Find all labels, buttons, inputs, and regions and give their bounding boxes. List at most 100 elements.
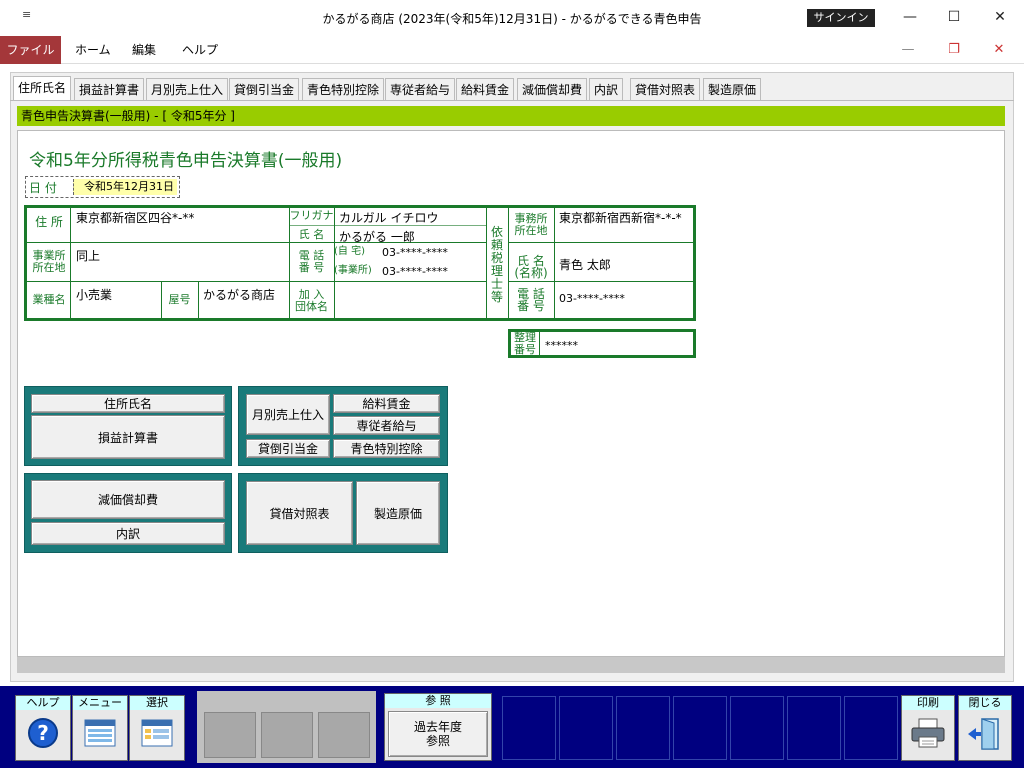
tax-office-label-2: 所在地 <box>514 224 548 237</box>
minimize-button[interactable]: — <box>897 6 923 28</box>
tab-divider <box>10 100 1014 101</box>
date-label: 日 付 <box>29 181 57 195</box>
tab-seizo[interactable]: 製造原価 <box>703 78 762 100</box>
empty-slot <box>261 712 313 758</box>
kyuryo-button[interactable]: 給料賃金 <box>333 394 440 413</box>
monthly-button[interactable]: 月別売上仕入 <box>246 394 330 435</box>
tab-taishaku[interactable]: 貸借対照表 <box>630 78 701 100</box>
address-value[interactable]: 東京都新宿区四谷*-** <box>76 209 194 226</box>
reference-label: 参 照 <box>385 694 491 708</box>
industry-value[interactable]: 小売業 <box>76 286 112 303</box>
jusho-shimei-button[interactable]: 住所氏名 <box>31 394 225 413</box>
close-button[interactable]: ✕ <box>987 6 1013 28</box>
doc-restore-button[interactable]: ❐ <box>943 40 965 60</box>
tab-monthly[interactable]: 月別売上仕入 <box>146 78 229 100</box>
signin-button[interactable]: サインイン <box>807 9 875 27</box>
empty-slot <box>673 696 727 760</box>
grid-line <box>554 208 555 318</box>
date-input[interactable]: 令和5年12月31日 <box>73 179 177 195</box>
form-title: 令和5年分所得税青色申告決算書(一般用) <box>29 151 343 171</box>
shop-name-value[interactable]: かるがる商店 <box>203 286 275 303</box>
grid-line <box>70 208 71 318</box>
help-icon: ? <box>28 718 58 748</box>
empty-slot <box>844 696 898 760</box>
home-phone-value[interactable]: 03-****-**** <box>382 246 448 259</box>
select-list-icon <box>141 719 173 747</box>
tax-office-value[interactable]: 東京都新宿西新宿*-*-* <box>559 209 682 226</box>
seiri-value[interactable]: ****** <box>545 339 578 352</box>
tax-name-label-2: (名称) <box>514 266 548 280</box>
tax-accountant-label: 依頼税理士等 <box>490 225 503 304</box>
ribbon-bar: ファイル ホーム 編集 ヘルプ — ❐ ✕ <box>0 36 1024 64</box>
uchiwake-button[interactable]: 内訳 <box>31 522 225 545</box>
select-label: 選択 <box>130 696 184 710</box>
tab-jusho-shimei[interactable]: 住所氏名 <box>13 76 72 101</box>
grid-line <box>486 208 487 318</box>
empty-slot <box>730 696 784 760</box>
grid-line <box>198 281 199 318</box>
tab-soneki[interactable]: 損益計算書 <box>74 78 145 100</box>
close-form-label: 閉じる <box>959 696 1011 710</box>
office-label-2: 所在地 <box>32 261 66 274</box>
help-label: ヘルプ <box>16 696 70 710</box>
name-label: 氏 名 <box>298 228 325 241</box>
ribbon-tab-home[interactable]: ホーム <box>75 36 111 64</box>
horizontal-scrollbar[interactable] <box>17 657 1005 673</box>
empty-slot <box>787 696 841 760</box>
seizo-button[interactable]: 製造原価 <box>356 481 440 545</box>
phone-label-2: 番 号 <box>298 261 325 274</box>
grid-line <box>508 242 693 243</box>
title-bar: ≡ かるがる商店 (2023年(令和5年)12月31日) - かるがるできる青色… <box>0 0 1024 36</box>
menu-label: メニュー <box>73 696 127 710</box>
biz-phone-value[interactable]: 03-****-**** <box>382 265 448 278</box>
empty-slot <box>502 696 556 760</box>
doc-close-button[interactable]: ✕ <box>988 40 1010 60</box>
maximize-button[interactable]: ☐ <box>941 6 967 28</box>
grid-line <box>27 281 486 282</box>
grid-line <box>27 242 486 243</box>
doc-minimize-button[interactable]: — <box>897 40 919 60</box>
grid-line <box>508 281 693 282</box>
ribbon-tab-file[interactable]: ファイル <box>0 36 61 64</box>
empty-slot <box>204 712 256 758</box>
tax-phone-value[interactable]: 03-****-**** <box>559 292 625 305</box>
grid-line <box>334 208 335 318</box>
furigana-value[interactable]: カルガル イチロウ <box>339 209 438 226</box>
tab-genka[interactable]: 減価償却費 <box>517 78 588 100</box>
printer-icon <box>911 718 945 748</box>
tab-uchiwake[interactable]: 内訳 <box>589 78 624 100</box>
aoiro-button[interactable]: 青色特別控除 <box>333 439 440 458</box>
furigana-label: フリガナ <box>289 209 334 222</box>
tax-phone-label-2: 番 号 <box>517 299 545 313</box>
grid-line <box>539 332 540 355</box>
senju-button[interactable]: 専従者給与 <box>333 416 440 435</box>
tab-senju[interactable]: 専従者給与 <box>385 78 456 100</box>
menu-window-icon <box>84 719 116 747</box>
tab-kashidaore[interactable]: 貸倒引当金 <box>229 78 300 100</box>
genka-button[interactable]: 減価償却費 <box>31 480 225 519</box>
form-header-bar: 青色申告決算書(一般用) - [ 令和5年分 ] <box>17 106 1005 126</box>
kashidaore-button[interactable]: 貸倒引当金 <box>246 439 330 458</box>
empty-slot <box>318 712 370 758</box>
taishaku-button[interactable]: 貸借対照表 <box>246 481 353 545</box>
exit-door-icon <box>968 718 999 750</box>
empty-slot <box>559 696 613 760</box>
print-label: 印刷 <box>902 696 954 710</box>
seiri-label-2: 番号 <box>514 343 536 356</box>
empty-slot <box>616 696 670 760</box>
name-value[interactable]: かるがる 一郎 <box>339 228 415 245</box>
shop-name-label: 屋号 <box>168 293 191 306</box>
tab-kyuryo[interactable]: 給料賃金 <box>456 78 515 100</box>
ribbon-tab-help[interactable]: ヘルプ <box>182 36 218 64</box>
soneki-button[interactable]: 損益計算書 <box>31 415 225 459</box>
address-label: 住 所 <box>35 215 63 229</box>
office-value[interactable]: 同上 <box>76 247 100 264</box>
ribbon-tab-edit[interactable]: 編集 <box>132 36 156 64</box>
svg-text:?: ? <box>37 721 49 745</box>
assoc-label-2: 団体名 <box>295 300 328 313</box>
home-phone-label: (自 宅) <box>334 246 365 257</box>
past-year-reference-button[interactable]: 過去年度参照 <box>388 711 488 757</box>
tab-aoiro[interactable]: 青色特別控除 <box>302 78 385 100</box>
tax-name-value[interactable]: 青色 太郎 <box>559 256 611 273</box>
industry-label: 業種名 <box>32 293 66 306</box>
